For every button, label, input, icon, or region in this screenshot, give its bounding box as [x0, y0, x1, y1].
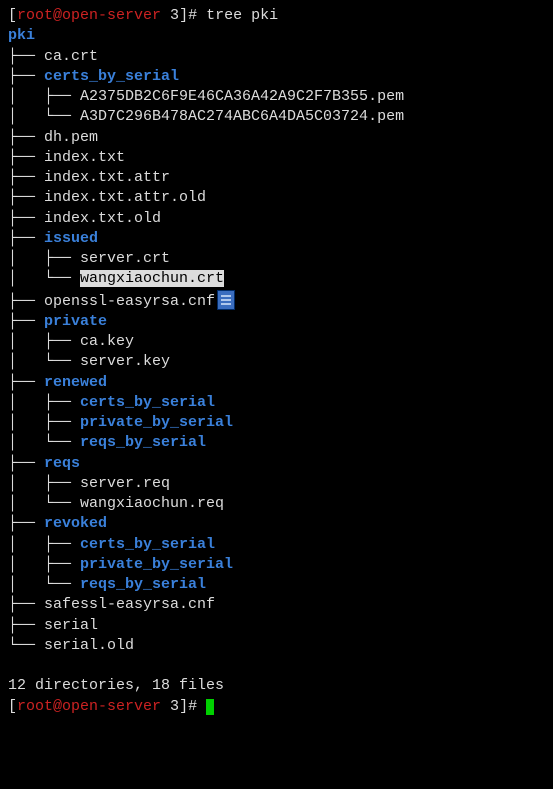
tree-row: ├── ca.crt — [8, 47, 545, 67]
tree-row: ├── safessl-easyrsa.cnf — [8, 595, 545, 615]
tree-row: ├── openssl-easyrsa.cnf — [8, 290, 545, 312]
cursor-icon — [206, 699, 214, 715]
tree-row: │ ├── ca.key — [8, 332, 545, 352]
command-text: tree pki — [206, 7, 278, 24]
tree-row: │ ├── server.req — [8, 474, 545, 494]
tree-row: │ ├── A2375DB2C6F9E46CA36A42A9C2F7B355.p… — [8, 87, 545, 107]
tree-row: │ └── wangxiaochun.crt — [8, 269, 545, 289]
tree-row: │ ├── private_by_serial — [8, 413, 545, 433]
blank-line — [8, 656, 545, 676]
selected-file: wangxiaochun.crt — [80, 270, 224, 287]
terminal[interactable]: [root@open-server 3]# tree pki pki ├── c… — [8, 6, 545, 717]
tree-row: ├── renewed — [8, 373, 545, 393]
tree-row: ├── private — [8, 312, 545, 332]
prompt-line-1: [root@open-server 3]# tree pki — [8, 6, 545, 26]
tree-row: ├── certs_by_serial — [8, 67, 545, 87]
tree-row: ├── index.txt — [8, 148, 545, 168]
tree-row: │ ├── private_by_serial — [8, 555, 545, 575]
tree-root: pki — [8, 26, 545, 46]
tree-row: │ └── reqs_by_serial — [8, 575, 545, 595]
tree-row: │ └── reqs_by_serial — [8, 433, 545, 453]
tree-row: ├── index.txt.old — [8, 209, 545, 229]
tree-row: ├── index.txt.attr — [8, 168, 545, 188]
tree-row: ├── issued — [8, 229, 545, 249]
tree-row: │ ├── server.crt — [8, 249, 545, 269]
summary-line: 12 directories, 18 files — [8, 676, 545, 696]
tree-row: ├── revoked — [8, 514, 545, 534]
tree-row: ├── serial — [8, 616, 545, 636]
tree-row: ├── reqs — [8, 454, 545, 474]
tree-row: ├── index.txt.attr.old — [8, 188, 545, 208]
tree-row: └── serial.old — [8, 636, 545, 656]
tree-row: │ └── server.key — [8, 352, 545, 372]
tree-row: │ └── wangxiaochun.req — [8, 494, 545, 514]
document-icon — [217, 290, 235, 310]
tree-row: │ ├── certs_by_serial — [8, 535, 545, 555]
prompt-line-2[interactable]: [root@open-server 3]# — [8, 697, 545, 717]
tree-row: │ └── A3D7C296B478AC274ABC6A4DA5C03724.p… — [8, 107, 545, 127]
tree-row: │ ├── certs_by_serial — [8, 393, 545, 413]
tree-row: ├── dh.pem — [8, 128, 545, 148]
